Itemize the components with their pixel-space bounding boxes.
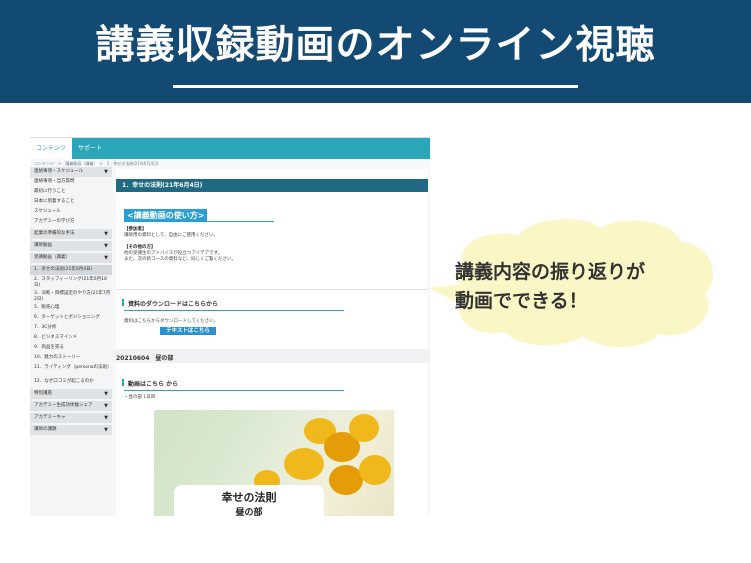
top-nav: コンテンツ サポート bbox=[30, 138, 430, 159]
chevron-down-icon[interactable]: ▼ bbox=[104, 413, 108, 423]
chevron-down-icon[interactable]: ▼ bbox=[104, 167, 108, 177]
chevron-down-icon[interactable]: ▼ bbox=[104, 253, 108, 263]
sidebar-section[interactable]: 講師動画 ▼ bbox=[30, 241, 112, 251]
flower-petal bbox=[284, 448, 324, 480]
howto-text-1: 講師用の資料として、自由にご使用ください。 bbox=[124, 233, 219, 238]
sidebar-item-label: 5．販売心理 bbox=[34, 305, 60, 310]
sidebar-item[interactable]: 9．商品を売る bbox=[30, 345, 112, 351]
sidebar-item-label: 日本に到着すること bbox=[34, 199, 75, 204]
sidebar-item-label: 7．3C分析 bbox=[34, 325, 57, 330]
sidebar-item-label: 11．ライティング（personaの法則） bbox=[34, 365, 112, 370]
sidebar-section[interactable]: アカデミー生成功体験シェア ▼ bbox=[30, 401, 112, 411]
flower-petal bbox=[359, 455, 391, 485]
sidebar-section[interactable]: 起業の準備的な手法 ▼ bbox=[30, 229, 112, 239]
video-title-card: 幸せの法則 昼の部 bbox=[174, 485, 324, 516]
sidebar-item[interactable]: 7．3C分析 bbox=[30, 325, 112, 331]
sidebar-item[interactable]: アカデミーの学び方 bbox=[30, 219, 112, 225]
banner-title: 講義収録動画のオンライン視聴 bbox=[95, 22, 656, 68]
lms-screenshot: コンテンツ サポート コンテンツ > 講義動画（講義） > 1．幸せの法則(21… bbox=[30, 137, 430, 516]
download-underline bbox=[124, 310, 344, 311]
sidebar-item-label: 12．なぜ口コミが起こるのか bbox=[34, 379, 94, 384]
sidebar-item-label: 連絡事項・スケジュール bbox=[34, 169, 84, 174]
tab-support[interactable]: サポート bbox=[78, 138, 102, 159]
sidebar-item-label: 起業の準備的な手法 bbox=[34, 231, 75, 236]
bubble-line-1: 講義内容の振り返りが bbox=[455, 261, 646, 283]
sidebar-item-label: スケジュール bbox=[34, 209, 61, 214]
sidebar-item[interactable]: 12．なぜ口コミが起こるのか bbox=[30, 379, 112, 385]
sidebar-section[interactable]: 特別講座 ▼ bbox=[30, 389, 112, 399]
sidebar-item[interactable]: 1．幸せの法則(21年6月4日) bbox=[30, 265, 112, 275]
sidebar-item-label: 2．スタッフィーリング(21年6月18日) bbox=[34, 277, 107, 288]
video-section-title: 動画はこちら から bbox=[128, 381, 179, 388]
howto-text-2b: また、次の新コースの資料など、同じくご覧ください。 bbox=[124, 257, 237, 262]
tab-contents[interactable]: コンテンツ bbox=[30, 138, 72, 159]
sidebar-item-label: アカデミーの学び方 bbox=[34, 219, 75, 224]
sidebar: 連絡事項・スケジュール ▼ 連絡事項・当方質問 最初に行うこと日本に到着すること スケジ… bbox=[30, 167, 112, 516]
sidebar-item-label: 最初に行うこと bbox=[34, 189, 66, 194]
section-marker bbox=[122, 379, 124, 386]
sidebar-item[interactable]: 最初に行うこと bbox=[30, 189, 112, 195]
download-text: 資料はこちらからダウンロードしてください。 bbox=[124, 319, 219, 324]
sidebar-item-label: アカデミーキャ bbox=[34, 415, 66, 420]
sidebar-item[interactable]: 5．販売心理 bbox=[30, 305, 112, 311]
video-player[interactable]: 幸せの法則 昼の部 bbox=[154, 410, 394, 516]
sidebar-item-label: 1．幸せの法則(21年6月4日) bbox=[34, 267, 93, 272]
sidebar-item[interactable]: 3．決断・目標設定のやり方(21年7月2日) bbox=[30, 291, 112, 303]
section-marker bbox=[122, 299, 124, 306]
flower-petal bbox=[329, 465, 363, 495]
chevron-down-icon[interactable]: ▼ bbox=[104, 401, 108, 411]
sidebar-item-label: 特別講座 bbox=[34, 391, 52, 396]
download-section-title: 資料のダウンロードはこちらから bbox=[128, 301, 219, 308]
chevron-down-icon[interactable]: ▼ bbox=[104, 425, 108, 435]
date-section: 20210604 昼の部 bbox=[112, 349, 430, 363]
video-card-subtitle: 昼の部 bbox=[235, 508, 263, 516]
bubble-text: 講義内容の振り返りが 動画でできる！ bbox=[455, 258, 645, 316]
sidebar-item-label: 8．ビジネスマインド bbox=[34, 335, 78, 340]
sidebar-item[interactable]: 2．スタッフィーリング(21年6月18日) bbox=[30, 277, 112, 289]
chevron-down-icon[interactable]: ▼ bbox=[104, 389, 108, 399]
sidebar-item-label: 講師の課題 bbox=[34, 427, 57, 432]
sidebar-item[interactable]: 連絡事項・当方質問 bbox=[30, 179, 112, 185]
sidebar-section[interactable]: 受講動画（講義） ▼ bbox=[30, 253, 112, 263]
sidebar-item[interactable]: 8．ビジネスマインド bbox=[30, 335, 112, 341]
video-card-title: 幸せの法則 bbox=[221, 491, 277, 504]
video-subtitle: ・昼の部 1日目 bbox=[124, 395, 156, 400]
sidebar-item[interactable]: 11．ライティング（personaの法則） bbox=[30, 365, 112, 371]
sidebar-item-label: 6．ターゲットとポジショニング bbox=[34, 315, 100, 320]
video-underline bbox=[124, 390, 344, 391]
text-download-button[interactable]: テキストはこちら bbox=[160, 327, 216, 335]
sidebar-section[interactable]: アカデミーキャ ▼ bbox=[30, 413, 112, 423]
title-banner: 講義収録動画のオンライン視聴 bbox=[0, 0, 751, 103]
date-section-title: 20210604 昼の部 bbox=[116, 355, 174, 362]
divider bbox=[116, 289, 428, 290]
sidebar-item-label: 10．魅力のストーリー bbox=[34, 355, 81, 360]
sidebar-section[interactable]: 講師の課題 ▼ bbox=[30, 425, 112, 435]
page-heading: 1．幸せの法則(21年6月4日) bbox=[116, 179, 428, 192]
sidebar-item-label: 講師動画 bbox=[34, 243, 52, 248]
sidebar-section[interactable]: 連絡事項・スケジュール ▼ bbox=[30, 167, 112, 177]
sidebar-item-label: 9．商品を売る bbox=[34, 345, 64, 350]
sidebar-item-label: 3．決断・目標設定のやり方(21年7月2日) bbox=[34, 291, 111, 302]
howto-underline bbox=[124, 221, 274, 222]
sidebar-item-label: 受講動画（講義） bbox=[34, 255, 70, 260]
main-content: 1．幸せの法則(21年6月4日) <講義動画の使い方> 【参加者】 講師用の資料… bbox=[112, 169, 430, 516]
sidebar-item[interactable]: 10．魅力のストーリー bbox=[30, 355, 112, 361]
chevron-down-icon[interactable]: ▼ bbox=[104, 241, 108, 251]
sidebar-item[interactable]: 6．ターゲットとポジショニング bbox=[30, 315, 112, 321]
sidebar-item-label: アカデミー生成功体験シェア bbox=[34, 403, 93, 408]
bubble-line-2: 動画でできる！ bbox=[455, 290, 588, 312]
sidebar-item[interactable]: スケジュール bbox=[30, 209, 112, 215]
flower-petal bbox=[349, 414, 379, 442]
banner-underline bbox=[173, 85, 578, 88]
sidebar-item[interactable]: 日本に到着すること bbox=[30, 199, 112, 205]
sidebar-item-label: 連絡事項・当方質問 bbox=[34, 179, 75, 184]
chevron-down-icon[interactable]: ▼ bbox=[104, 229, 108, 239]
